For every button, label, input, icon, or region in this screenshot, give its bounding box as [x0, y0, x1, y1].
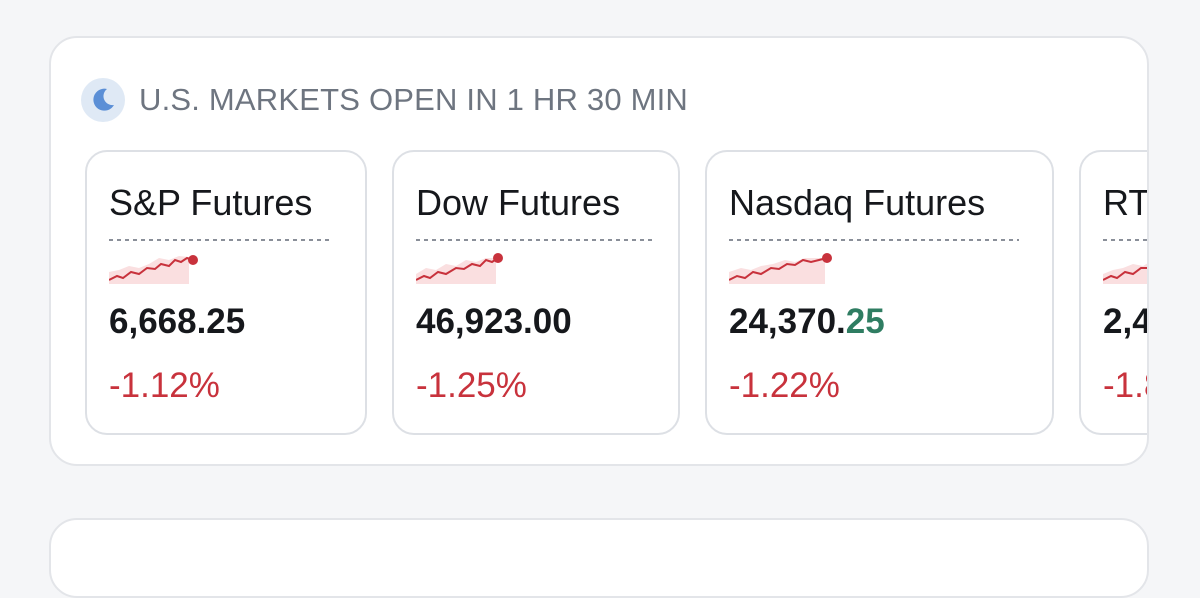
- ticker-name: Dow Futures: [416, 182, 621, 223]
- ticker-card-sp-futures[interactable]: S&P Futures 6,668.25 -1.12%: [85, 150, 367, 435]
- moon-icon: [81, 78, 125, 122]
- sparkline-chart: [416, 239, 656, 284]
- ticker-card-rty-futures[interactable]: RTY=F 2,480 -1.84%: [1079, 150, 1149, 435]
- sparkline-chart: [109, 239, 331, 284]
- ticker-name: S&P Futures: [109, 182, 313, 223]
- ticker-price: 46,923.00: [416, 302, 572, 341]
- ticker-name: Nasdaq Futures: [729, 182, 986, 223]
- ticker-change-percent: -1.22%: [729, 366, 840, 405]
- ticker-price: 24,370.25: [729, 302, 885, 341]
- ticker-change-percent: -1.25%: [416, 366, 527, 405]
- market-status-text: U.S. MARKETS OPEN IN 1 HR 30 MIN: [139, 82, 689, 117]
- market-status: U.S. MARKETS OPEN IN 1 HR 30 MIN: [81, 78, 688, 122]
- ticker-price: 6,668.25: [109, 302, 246, 341]
- market-summary-panel: U.S. MARKETS OPEN IN 1 HR 30 MIN S&P Fut…: [49, 36, 1149, 466]
- ticker-card-nasdaq-futures[interactable]: Nasdaq Futures 24,370.25 -1.22%: [705, 150, 1054, 435]
- ticker-change-percent: -1.12%: [109, 366, 220, 405]
- ticker-card-dow-futures[interactable]: Dow Futures 46,923.00 -1.25%: [392, 150, 680, 435]
- ticker-price: 2,480: [1103, 302, 1147, 341]
- next-panel: [49, 518, 1149, 598]
- ticker-change-percent: -1.84%: [1103, 366, 1147, 405]
- ticker-name: RTY=F: [1103, 182, 1149, 223]
- sparkline-chart: [729, 239, 1019, 284]
- sparkline-chart: [1103, 239, 1147, 284]
